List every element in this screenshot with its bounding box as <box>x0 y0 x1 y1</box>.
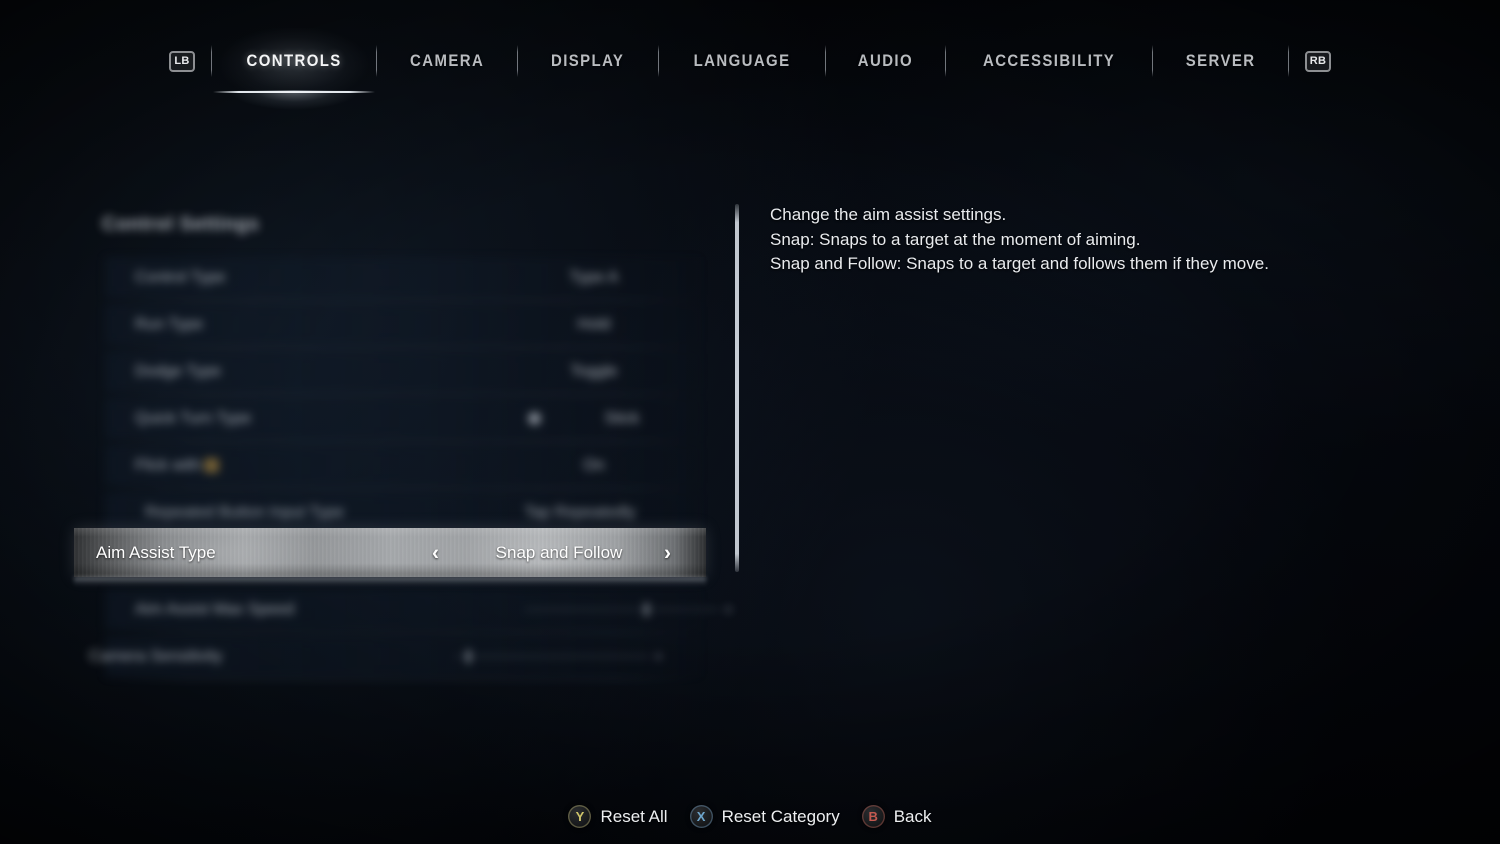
tab-server[interactable]: SERVER <box>1153 30 1288 92</box>
list-item[interactable]: Dodge Type Toggle <box>75 348 715 395</box>
button-glyph-icon <box>203 457 219 473</box>
slider-knob[interactable] <box>645 603 648 616</box>
tab-controls[interactable]: CONTROLS <box>208 28 381 116</box>
row-label: Control Type <box>135 268 226 286</box>
slider-track <box>455 656 649 657</box>
tab-audio[interactable]: AUDIO <box>826 30 945 92</box>
list-item[interactable]: Quick Turn Type Stick <box>75 395 715 442</box>
row-label: Aim Assist Max Speed <box>135 600 295 618</box>
row-value: On <box>583 456 605 474</box>
lb-bumper-label: LB <box>174 54 190 67</box>
hint-reset-category[interactable]: X Reset Category <box>689 805 840 828</box>
tab-active-underline <box>213 91 376 93</box>
row-value: Toggle <box>570 362 618 380</box>
list-item[interactable]: Aim Assist Max Speed <box>75 586 731 633</box>
slider-track <box>525 609 719 610</box>
tab-camera[interactable]: CAMERA <box>377 30 517 92</box>
tab-accessibility-label: ACCESSIBILITY <box>982 51 1115 70</box>
hint-reset-all[interactable]: Y Reset All <box>568 805 668 828</box>
row-label: Quick Turn Type <box>135 409 252 427</box>
tab-language[interactable]: LANGUAGE <box>659 30 825 92</box>
row-label: Dodge Type <box>135 362 221 380</box>
rb-bumper-icon[interactable]: RB <box>1305 47 1337 72</box>
selected-row-label: Aim Assist Type <box>96 542 216 562</box>
tab-language-label: LANGUAGE <box>693 51 791 70</box>
settings-screen: LB CONTROLS CAMERA DISPLAY LANGUAGE AUDI… <box>0 0 1500 844</box>
description-line-1: Change the aim assist settings. <box>770 205 1007 224</box>
description-panel: Change the aim assist settings. Snap: Sn… <box>770 203 1430 277</box>
selected-row-value: Snap and Follow <box>495 542 623 562</box>
row-divider <box>109 679 697 680</box>
tab-display[interactable]: DISPLAY <box>518 30 657 92</box>
slider-control[interactable] <box>455 650 661 664</box>
row-label-text: Flick with <box>135 456 201 474</box>
list-scrollbar[interactable] <box>735 204 739 572</box>
row-label: Repeated Button Input Type <box>145 503 344 521</box>
stick-icon <box>527 411 542 426</box>
x-button-icon: X <box>689 805 713 828</box>
row-value: Tap Repeatedly <box>524 503 636 521</box>
y-button-icon: Y <box>568 805 592 828</box>
chevron-left-icon[interactable]: ‹ <box>432 542 439 563</box>
row-label: Camera Sensitivity <box>89 647 223 665</box>
selected-setting-row[interactable]: Aim Assist Type ‹ Snap and Follow › <box>74 528 706 577</box>
lb-bumper-icon[interactable]: LB <box>169 47 201 72</box>
hint-reset-all-label: Reset All <box>600 806 668 826</box>
slider-control[interactable] <box>525 603 731 617</box>
row-value: Type A <box>569 268 619 286</box>
tab-camera-label: CAMERA <box>410 51 485 70</box>
list-item[interactable]: Flick with On <box>75 442 715 489</box>
section-header: Control Settings <box>102 214 260 235</box>
slider-end-cap <box>656 654 661 659</box>
row-value: Stick <box>604 409 640 427</box>
tab-accessibility[interactable]: ACCESSIBILITY <box>946 30 1152 92</box>
tab-controls-label: CONTROLS <box>246 51 342 70</box>
row-value: Hold <box>577 315 611 333</box>
description-line-2: Snap: Snaps to a target at the moment of… <box>770 229 1141 249</box>
row-label: Flick with <box>135 457 222 475</box>
settings-list-blur-layer: Control Settings Control Type Type A Run… <box>75 196 735 696</box>
list-item[interactable]: Camera Sensitivity <box>75 633 715 680</box>
category-tabbar: LB CONTROLS CAMERA DISPLAY LANGUAGE AUDI… <box>0 0 1500 122</box>
slider-knob[interactable] <box>467 650 470 663</box>
hint-back-label: Back <box>893 806 932 826</box>
settings-list: Control Settings Control Type Type A Run… <box>75 196 735 696</box>
tab-active-underglow <box>208 90 381 116</box>
list-item[interactable]: Run Type Hold <box>75 301 715 348</box>
description-line-3: Snap and Follow: Snaps to a target and f… <box>770 254 1269 273</box>
hint-back[interactable]: B Back <box>861 805 932 828</box>
row-label: Run Type <box>135 315 204 333</box>
slider-end-cap <box>726 607 731 612</box>
hint-reset-category-label: Reset Category <box>721 806 840 826</box>
rb-bumper-label: RB <box>1309 54 1327 67</box>
tab-separator <box>1288 45 1289 77</box>
tab-display-label: DISPLAY <box>551 51 625 70</box>
tab-audio-label: AUDIO <box>857 51 913 70</box>
list-item[interactable]: Control Type Type A <box>75 254 715 301</box>
chevron-right-icon[interactable]: › <box>664 542 671 563</box>
b-button-icon: B <box>861 805 885 828</box>
footer-hint-bar: Y Reset All X Reset Category B Back <box>0 805 1500 828</box>
tab-server-label: SERVER <box>1185 51 1256 70</box>
